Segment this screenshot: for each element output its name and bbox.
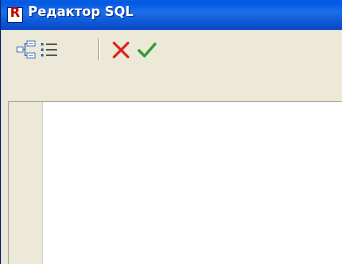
cancel-button[interactable] <box>109 38 133 62</box>
line-number-gutter <box>9 102 43 264</box>
title-bar[interactable]: R Редактор SQL <box>1 0 342 30</box>
list-icon <box>41 43 57 57</box>
tree-structure-icon <box>16 40 36 59</box>
app-icon-letter: R <box>9 6 20 21</box>
green-checkmark-icon <box>137 42 157 58</box>
list-view-button[interactable] <box>38 38 62 62</box>
toolbar <box>1 30 342 102</box>
sql-editor-window: R Редактор SQL <box>0 0 342 264</box>
red-cross-icon <box>112 41 130 59</box>
window-title: Редактор SQL <box>28 5 134 20</box>
app-icon: R <box>7 6 23 23</box>
toolbar-separator <box>98 39 100 60</box>
query-tree-button[interactable] <box>15 38 39 62</box>
sql-text-area[interactable] <box>43 102 342 264</box>
apply-button[interactable] <box>135 38 159 62</box>
